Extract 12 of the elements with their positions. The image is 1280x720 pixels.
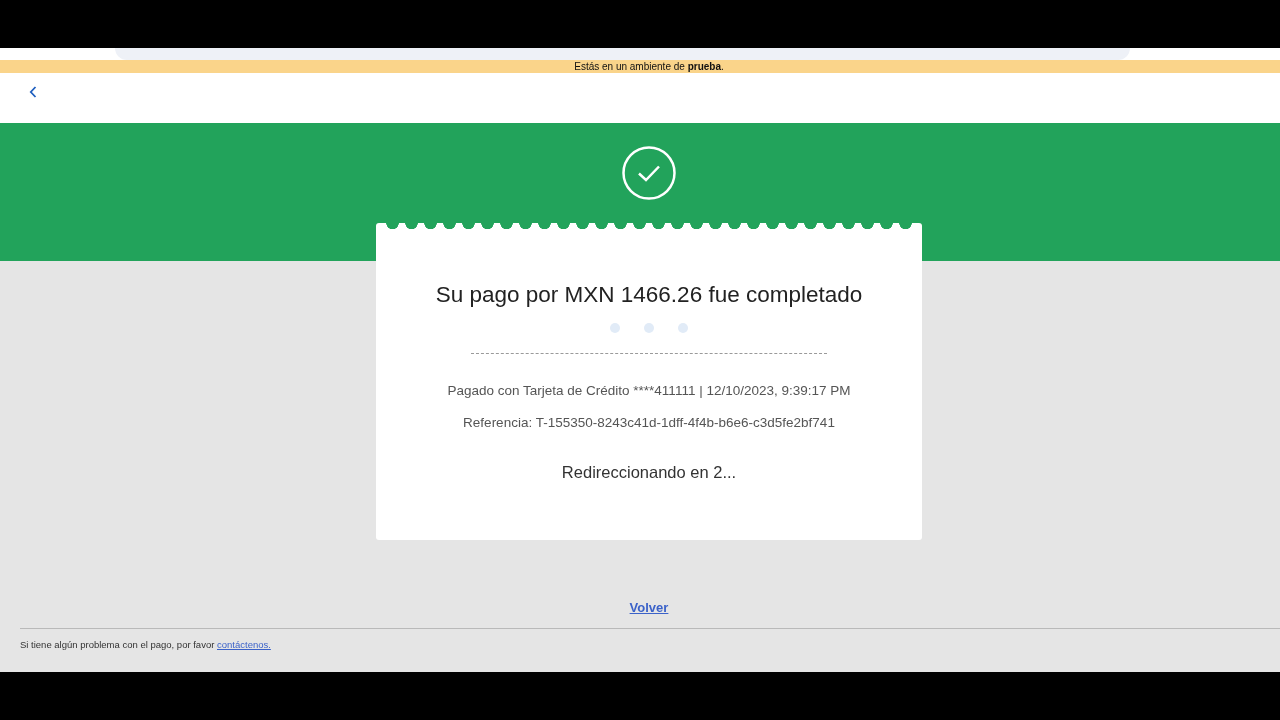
notice-text: Estás en un ambiente de prueba.	[574, 60, 724, 73]
payment-title: Su pago por MXN 1466.26 fue completado	[435, 281, 863, 309]
chevron-left-icon	[29, 86, 37, 98]
redirect-message: Redireccionando en 2...	[561, 462, 737, 483]
back-button[interactable]	[29, 86, 37, 98]
contact-link[interactable]: contáctenos.	[217, 639, 271, 650]
payment-details: Pagado con Tarjeta de Crédito ****411111 | 12/10/2023, 9:39:17 PM	[447, 382, 851, 400]
help-text: Si tiene algún problema con el pago, por favor contáctenos.	[20, 638, 271, 652]
check-circle-icon	[622, 146, 676, 200]
back-link[interactable]: Volver	[629, 599, 669, 617]
payment-reference: Referencia: T-155350-8243c41d-1dff-4f4b-b6e6-c3d5fe2bf741	[463, 414, 835, 432]
loading-dots-icon	[610, 323, 688, 333]
